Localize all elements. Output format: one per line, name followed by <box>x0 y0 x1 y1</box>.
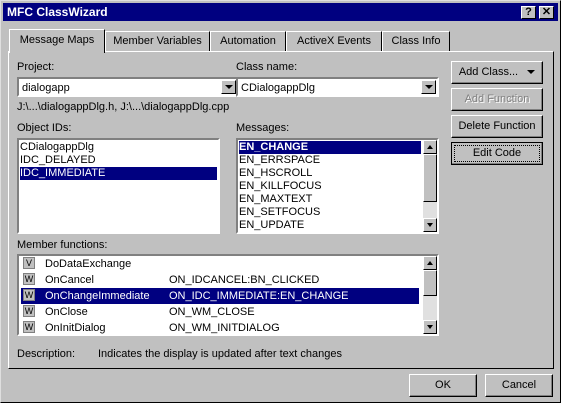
add-class-label: Add Class... <box>458 66 519 78</box>
member-function-name: OnInitDialog <box>45 322 106 334</box>
scroll-down-button[interactable] <box>423 320 437 334</box>
message-item[interactable]: EN_ERRSPACE <box>239 154 320 167</box>
add-function-button[interactable]: Add Function <box>451 88 543 111</box>
scroll-down-button[interactable] <box>423 218 437 232</box>
virtual-function-icon: V <box>23 257 35 269</box>
messages-label: Messages: <box>236 122 290 134</box>
object-ids-list[interactable]: CDialogappDlg IDC_DELAYED IDC_IMMEDIATE <box>17 138 220 234</box>
member-function-row[interactable]: W OnInitDialog ON_WM_INITDIALOG <box>21 320 419 334</box>
delete-function-button[interactable]: Delete Function <box>451 115 543 138</box>
scroll-up-button[interactable] <box>423 140 437 154</box>
class-name-dropdown-button[interactable] <box>421 80 436 94</box>
title-bar[interactable]: MFC ClassWizard ? ✕ <box>3 3 558 21</box>
window-title: MFC ClassWizard <box>7 5 108 19</box>
message-item-selected[interactable]: EN_CHANGE <box>239 141 421 154</box>
object-id-item[interactable]: IDC_DELAYED <box>20 154 217 167</box>
message-handler-icon: W <box>23 321 35 333</box>
member-function-row[interactable]: V DoDataExchange <box>21 256 419 272</box>
scroll-thumb[interactable] <box>423 270 437 296</box>
tab-automation[interactable]: Automation <box>210 31 286 51</box>
tab-message-maps[interactable]: Message Maps <box>9 29 105 53</box>
message-handler-icon: W <box>23 305 35 317</box>
member-functions-scrollbar[interactable] <box>423 256 437 334</box>
class-name-value: CDialogappDlg <box>241 82 315 94</box>
close-button[interactable]: ✕ <box>539 6 554 19</box>
class-name-label: Class name: <box>236 61 298 73</box>
member-function-row[interactable]: W OnCancel ON_IDCANCEL:BN_CLICKED <box>21 272 419 288</box>
member-function-name: DoDataExchange <box>45 258 132 270</box>
member-function-row-selected[interactable]: W OnChangeImmediate ON_IDC_IMMEDIATE:EN_… <box>21 288 419 304</box>
arrow-down-icon <box>427 325 433 329</box>
project-combo[interactable]: dialogapp <box>17 77 239 97</box>
member-function-map: ON_WM_INITDIALOG <box>169 322 280 334</box>
description-label: Description: <box>17 348 76 360</box>
member-function-map: ON_IDC_IMMEDIATE:EN_CHANGE <box>169 290 349 302</box>
member-function-map: ON_IDCANCEL:BN_CLICKED <box>169 274 320 286</box>
messages-list[interactable]: EN_CHANGE EN_ERRSPACE EN_HSCROLL EN_KILL… <box>236 138 439 234</box>
description-text: Indicates the display is updated after t… <box>98 348 342 360</box>
edit-code-button[interactable]: Edit Code <box>451 142 543 165</box>
class-name-combo[interactable]: CDialogappDlg <box>236 77 439 97</box>
message-item[interactable]: EN_SETFOCUS <box>239 206 320 219</box>
member-functions-label: Member functions: <box>17 239 108 251</box>
member-function-name: OnChangeImmediate <box>45 290 150 302</box>
chevron-down-icon <box>225 85 233 89</box>
tab-member-variables[interactable]: Member Variables <box>105 31 210 51</box>
chevron-down-icon <box>425 85 433 89</box>
tab-activex-events[interactable]: ActiveX Events <box>286 31 382 51</box>
tab-class-info[interactable]: Class Info <box>382 31 450 51</box>
arrow-up-icon <box>427 261 433 265</box>
ok-button[interactable]: OK <box>409 374 477 397</box>
scroll-up-button[interactable] <box>423 256 437 270</box>
add-class-button[interactable]: Add Class... <box>451 61 543 84</box>
project-dropdown-button[interactable] <box>221 80 236 94</box>
message-item[interactable]: EN_UPDATE <box>239 219 304 232</box>
member-function-map: ON_WM_CLOSE <box>169 306 255 318</box>
member-function-row[interactable]: W OnClose ON_WM_CLOSE <box>21 304 419 320</box>
files-path: J:\...\dialogappDlg.h, J:\...\dialogappD… <box>17 101 230 113</box>
member-function-name: OnCancel <box>45 274 94 286</box>
message-item[interactable]: EN_MAXTEXT <box>239 193 312 206</box>
chevron-down-icon <box>527 70 536 75</box>
project-value: dialogapp <box>22 82 70 94</box>
messages-scrollbar[interactable] <box>423 140 437 232</box>
arrow-up-icon <box>427 145 433 149</box>
message-handler-icon: W <box>23 273 35 285</box>
cancel-button[interactable]: Cancel <box>485 374 553 397</box>
message-item[interactable]: EN_HSCROLL <box>239 167 312 180</box>
scroll-thumb[interactable] <box>423 154 437 202</box>
object-id-item-selected[interactable]: IDC_IMMEDIATE <box>20 167 217 180</box>
object-id-item[interactable]: CDialogappDlg <box>20 141 217 154</box>
project-label: Project: <box>17 61 55 73</box>
member-functions-list[interactable]: V DoDataExchange W OnCancel ON_IDCANCEL:… <box>17 254 439 336</box>
help-button[interactable]: ? <box>521 6 536 19</box>
classwizard-window: MFC ClassWizard ? ✕ Message Maps Member … <box>0 0 561 403</box>
message-maps-panel: Project: dialogapp Class name: CDialogap… <box>8 51 554 369</box>
object-ids-label: Object IDs: <box>17 122 72 134</box>
arrow-down-icon <box>427 223 433 227</box>
message-item[interactable]: EN_KILLFOCUS <box>239 180 322 193</box>
message-handler-icon: W <box>23 289 35 301</box>
member-function-name: OnClose <box>45 306 88 318</box>
